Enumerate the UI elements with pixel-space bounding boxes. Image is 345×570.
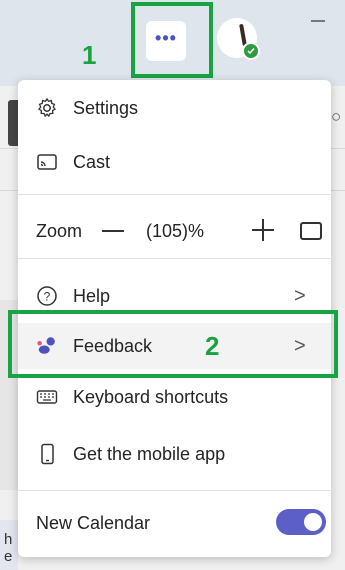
menu-item-label: Cast: [73, 151, 111, 172]
zoom-in-icon[interactable]: [252, 219, 274, 241]
menu-item-label: Get the mobile app: [73, 443, 226, 464]
annotation-number-2: 2: [205, 331, 220, 361]
cast-icon: [36, 151, 58, 173]
background-search-icon: ○: [331, 107, 342, 126]
menu-item-label: New Calendar: [36, 512, 151, 533]
svg-text:?: ?: [44, 290, 51, 304]
menu-divider: [18, 258, 331, 259]
background-text: h: [4, 531, 13, 548]
zoom-control: Zoom (105)%: [36, 211, 326, 251]
mobile-phone-icon: [36, 443, 58, 465]
zoom-out-icon[interactable]: [102, 230, 124, 232]
zoom-value[interactable]: (105)%: [146, 221, 204, 242]
chevron-right-icon: >: [294, 284, 306, 307]
menu-item-label: Keyboard shortcuts: [73, 386, 229, 407]
gear-icon: [36, 97, 58, 119]
avatar[interactable]: [217, 18, 260, 60]
menu-item-settings[interactable]: Settings: [18, 84, 331, 132]
presence-available-icon: [242, 42, 260, 60]
zoom-label: Zoom: [36, 220, 83, 241]
annotation-box-1: [131, 2, 213, 78]
annotation-number-1: 1: [82, 40, 97, 70]
menu-item-label: Settings: [73, 97, 139, 118]
help-circle-icon: ?: [36, 285, 58, 307]
menu-divider: [18, 490, 331, 491]
background-text: e: [4, 548, 13, 565]
menu-item-cast[interactable]: Cast: [18, 138, 331, 186]
toggle-knob: [304, 513, 322, 531]
menu-item-label: Help: [73, 285, 111, 306]
menu-item-get-mobile-app[interactable]: Get the mobile app: [18, 430, 331, 478]
menu-divider: [18, 194, 331, 195]
annotation-box-2: [8, 310, 338, 378]
new-calendar-toggle[interactable]: [276, 509, 326, 535]
minimize-button[interactable]: [311, 20, 325, 22]
menu-item-keyboard-shortcuts[interactable]: Keyboard shortcuts: [18, 373, 331, 421]
keyboard-icon: [36, 386, 58, 408]
fullscreen-icon[interactable]: [300, 222, 322, 240]
